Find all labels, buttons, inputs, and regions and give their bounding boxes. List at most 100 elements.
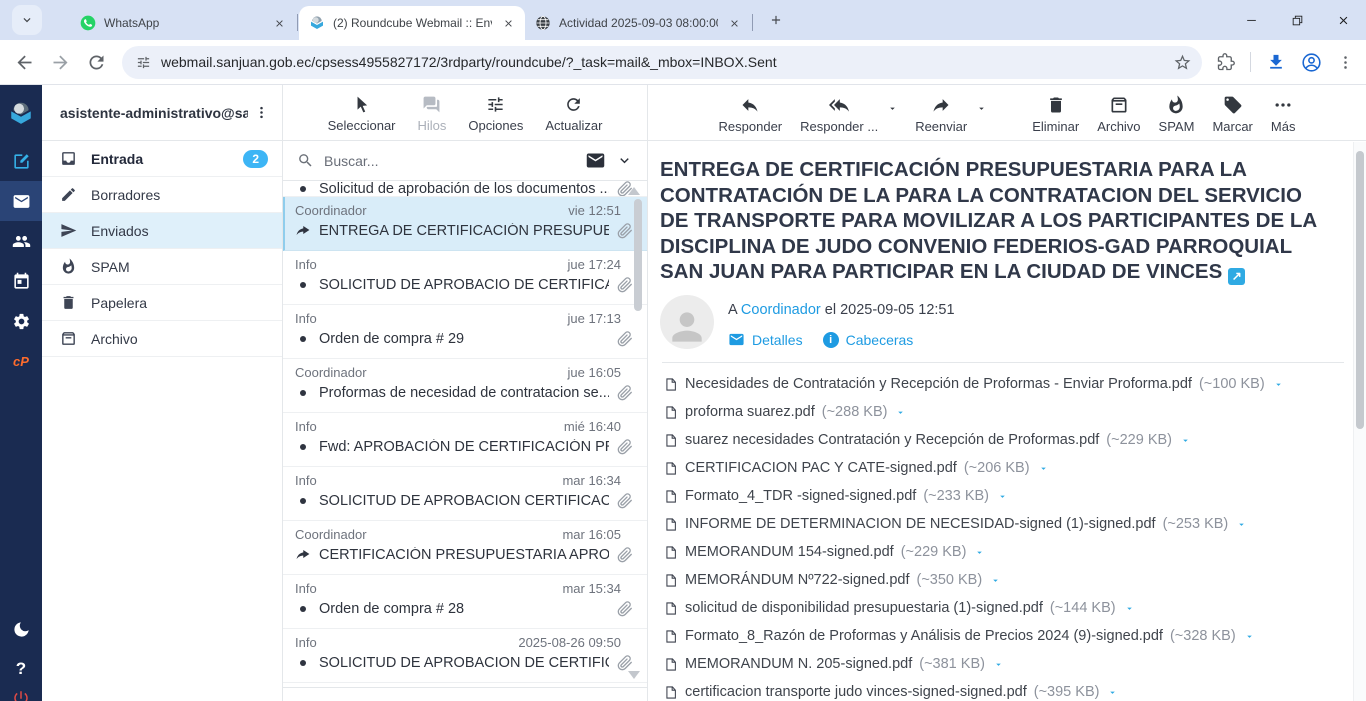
rail-logout-icon[interactable]: [0, 689, 42, 701]
attachment-name[interactable]: Formato_8_Razón de Proformas y Análisis …: [685, 628, 1163, 644]
attachment-menu-caret-icon[interactable]: [1244, 631, 1255, 642]
scroll-down-arrow[interactable]: [628, 671, 640, 679]
attachment-menu-caret-icon[interactable]: [997, 491, 1008, 502]
rail-contacts-icon[interactable]: [0, 221, 42, 261]
reply-all-button[interactable]: Responder ...: [797, 95, 881, 134]
roundcube-logo[interactable]: [0, 85, 42, 141]
reply-all-caret-icon[interactable]: [887, 103, 898, 114]
attachment-name[interactable]: Necesidades de Contratación y Recepción …: [685, 376, 1192, 392]
mark-button[interactable]: Marcar: [1209, 95, 1255, 134]
attachment-menu-caret-icon[interactable]: [1180, 435, 1191, 446]
attachment-menu-caret-icon[interactable]: [1236, 519, 1247, 530]
window-minimize-button[interactable]: [1228, 0, 1274, 40]
details-toggle[interactable]: Detalles: [728, 331, 803, 348]
tab-close-icon[interactable]: [271, 15, 288, 32]
message-row[interactable]: Coordinadorjue 16:05Proformas de necesid…: [283, 359, 647, 413]
folder-item-entrada[interactable]: Entrada2: [42, 141, 282, 177]
attachment-menu-caret-icon[interactable]: [1038, 463, 1049, 474]
attachment[interactable]: Necesidades de Contratación y Recepción …: [664, 370, 1284, 398]
attachment-name[interactable]: MEMORANDUM 154-signed.pdf: [685, 544, 894, 560]
folder-item-enviados[interactable]: Enviados: [42, 213, 282, 249]
attachment-menu-caret-icon[interactable]: [993, 659, 1004, 670]
scrollbar-thumb[interactable]: [1356, 151, 1364, 429]
account-menu-icon[interactable]: [248, 105, 274, 120]
tab-actividad[interactable]: Actividad 2025-09-03 08:00:00: [525, 6, 751, 40]
attachment[interactable]: proforma suarez.pdf(~288 KB): [664, 398, 906, 426]
attachment[interactable]: CERTIFICACION PAC Y CATE-signed.pdf(~206…: [664, 454, 1049, 482]
rail-mail-icon[interactable]: [0, 181, 42, 221]
rail-settings-icon[interactable]: [0, 301, 42, 341]
recipient-link[interactable]: Coordinador: [741, 302, 821, 318]
attachment[interactable]: MEMORANDUM N. 205-signed.pdf(~381 KB): [664, 650, 1004, 678]
message-row[interactable]: Info2025-08-26 09:50SOLICITUD DE APROBAC…: [283, 629, 647, 683]
folder-item-borradores[interactable]: Borradores: [42, 177, 282, 213]
list-scrollbar-thumb[interactable]: [634, 199, 642, 311]
window-restore-button[interactable]: [1274, 0, 1320, 40]
back-button[interactable]: [14, 52, 35, 73]
folder-item-papelera[interactable]: Papelera: [42, 285, 282, 321]
open-in-new-window-icon[interactable]: ↗: [1228, 268, 1245, 285]
reply-button[interactable]: Responder: [716, 95, 786, 134]
rail-help-icon[interactable]: ?: [0, 649, 42, 689]
new-tab-button[interactable]: [762, 6, 790, 34]
message-row[interactable]: Solicitud de aprobación de los documento…: [283, 181, 647, 197]
attachment-menu-caret-icon[interactable]: [974, 547, 985, 558]
search-input[interactable]: Buscar...: [324, 153, 575, 169]
refresh-button[interactable]: Actualizar: [545, 95, 602, 133]
attachment-menu-caret-icon[interactable]: [1107, 687, 1118, 698]
message-row[interactable]: Infojue 17:13Orden de compra # 29: [283, 305, 647, 359]
attachment[interactable]: Formato_4_TDR -signed-signed.pdf(~233 KB…: [664, 482, 1008, 510]
attachment-name[interactable]: solicitud de disponibilidad presupuestar…: [685, 600, 1043, 616]
tab-search-button[interactable]: [12, 5, 42, 35]
attachment-menu-caret-icon[interactable]: [1273, 379, 1284, 390]
attachment-name[interactable]: suarez necesidades Contratación y Recepc…: [685, 432, 1099, 448]
reload-button[interactable]: [86, 52, 107, 73]
attachment-name[interactable]: CERTIFICACION PAC Y CATE-signed.pdf: [685, 460, 957, 476]
select-button[interactable]: Seleccionar: [328, 95, 396, 133]
window-close-button[interactable]: [1320, 0, 1366, 40]
message-row[interactable]: Infomar 15:34Orden de compra # 28: [283, 575, 647, 629]
reading-pane-scrollbar[interactable]: [1353, 142, 1366, 701]
attachment-name[interactable]: INFORME DE DETERMINACION DE NECESIDAD-si…: [685, 516, 1156, 532]
forward-button[interactable]: [50, 52, 71, 73]
message-row[interactable]: Infomar 16:34SOLICITUD DE APROBACION CER…: [283, 467, 647, 521]
profile-icon[interactable]: [1301, 52, 1322, 73]
search-options-chevron-icon[interactable]: [616, 152, 633, 169]
browser-menu-icon[interactable]: [1337, 54, 1354, 71]
search-bar[interactable]: Buscar...: [283, 141, 647, 181]
message-row[interactable]: Coordinadormar 16:05CERTIFICACIÓN PRESUP…: [283, 521, 647, 575]
attachment[interactable]: Formato_8_Razón de Proformas y Análisis …: [664, 622, 1255, 650]
attachment-name[interactable]: MEMORÁNDUM Nº722-signed.pdf: [685, 572, 909, 588]
attachment[interactable]: MEMORANDUM 154-signed.pdf(~229 KB): [664, 538, 985, 566]
forward-caret-icon[interactable]: [976, 103, 987, 114]
more-button[interactable]: Más: [1268, 95, 1299, 134]
search-scope-mail-icon[interactable]: [585, 150, 606, 171]
attachment-name[interactable]: MEMORANDUM N. 205-signed.pdf: [685, 656, 912, 672]
address-bar[interactable]: webmail.sanjuan.gob.ec/cpsess4955827172/…: [122, 46, 1202, 79]
spam-button[interactable]: SPAM: [1156, 95, 1198, 134]
bookmark-star-icon[interactable]: [1173, 53, 1192, 72]
attachment[interactable]: certificacion transporte judo vinces-sig…: [664, 678, 1118, 701]
options-button[interactable]: Opciones: [468, 95, 523, 133]
attachment[interactable]: solicitud de disponibilidad presupuestar…: [664, 594, 1135, 622]
headers-toggle[interactable]: i Cabeceras: [823, 332, 914, 348]
attachment-name[interactable]: proforma suarez.pdf: [685, 404, 815, 420]
attachment-menu-caret-icon[interactable]: [895, 407, 906, 418]
attachment[interactable]: INFORME DE DETERMINACION DE NECESIDAD-si…: [664, 510, 1247, 538]
folder-item-spam[interactable]: SPAM: [42, 249, 282, 285]
scroll-up-arrow[interactable]: [628, 187, 640, 195]
rail-cpanel-icon[interactable]: cP: [0, 341, 42, 381]
folder-item-archivo[interactable]: Archivo: [42, 321, 282, 357]
attachment-menu-caret-icon[interactable]: [1124, 603, 1135, 614]
threads-button[interactable]: Hilos: [418, 95, 447, 133]
site-info-icon[interactable]: [136, 55, 151, 70]
rail-calendar-icon[interactable]: [0, 261, 42, 301]
extensions-icon[interactable]: [1217, 53, 1235, 71]
attachment-name[interactable]: Formato_4_TDR -signed-signed.pdf: [685, 488, 916, 504]
rail-compose-icon[interactable]: [0, 141, 42, 181]
archive-button[interactable]: Archivo: [1094, 95, 1143, 134]
tab-close-icon[interactable]: [726, 15, 743, 32]
delete-button[interactable]: Eliminar: [1029, 95, 1082, 134]
rail-darkmode-icon[interactable]: [0, 609, 42, 649]
attachment[interactable]: MEMORÁNDUM Nº722-signed.pdf(~350 KB): [664, 566, 1001, 594]
